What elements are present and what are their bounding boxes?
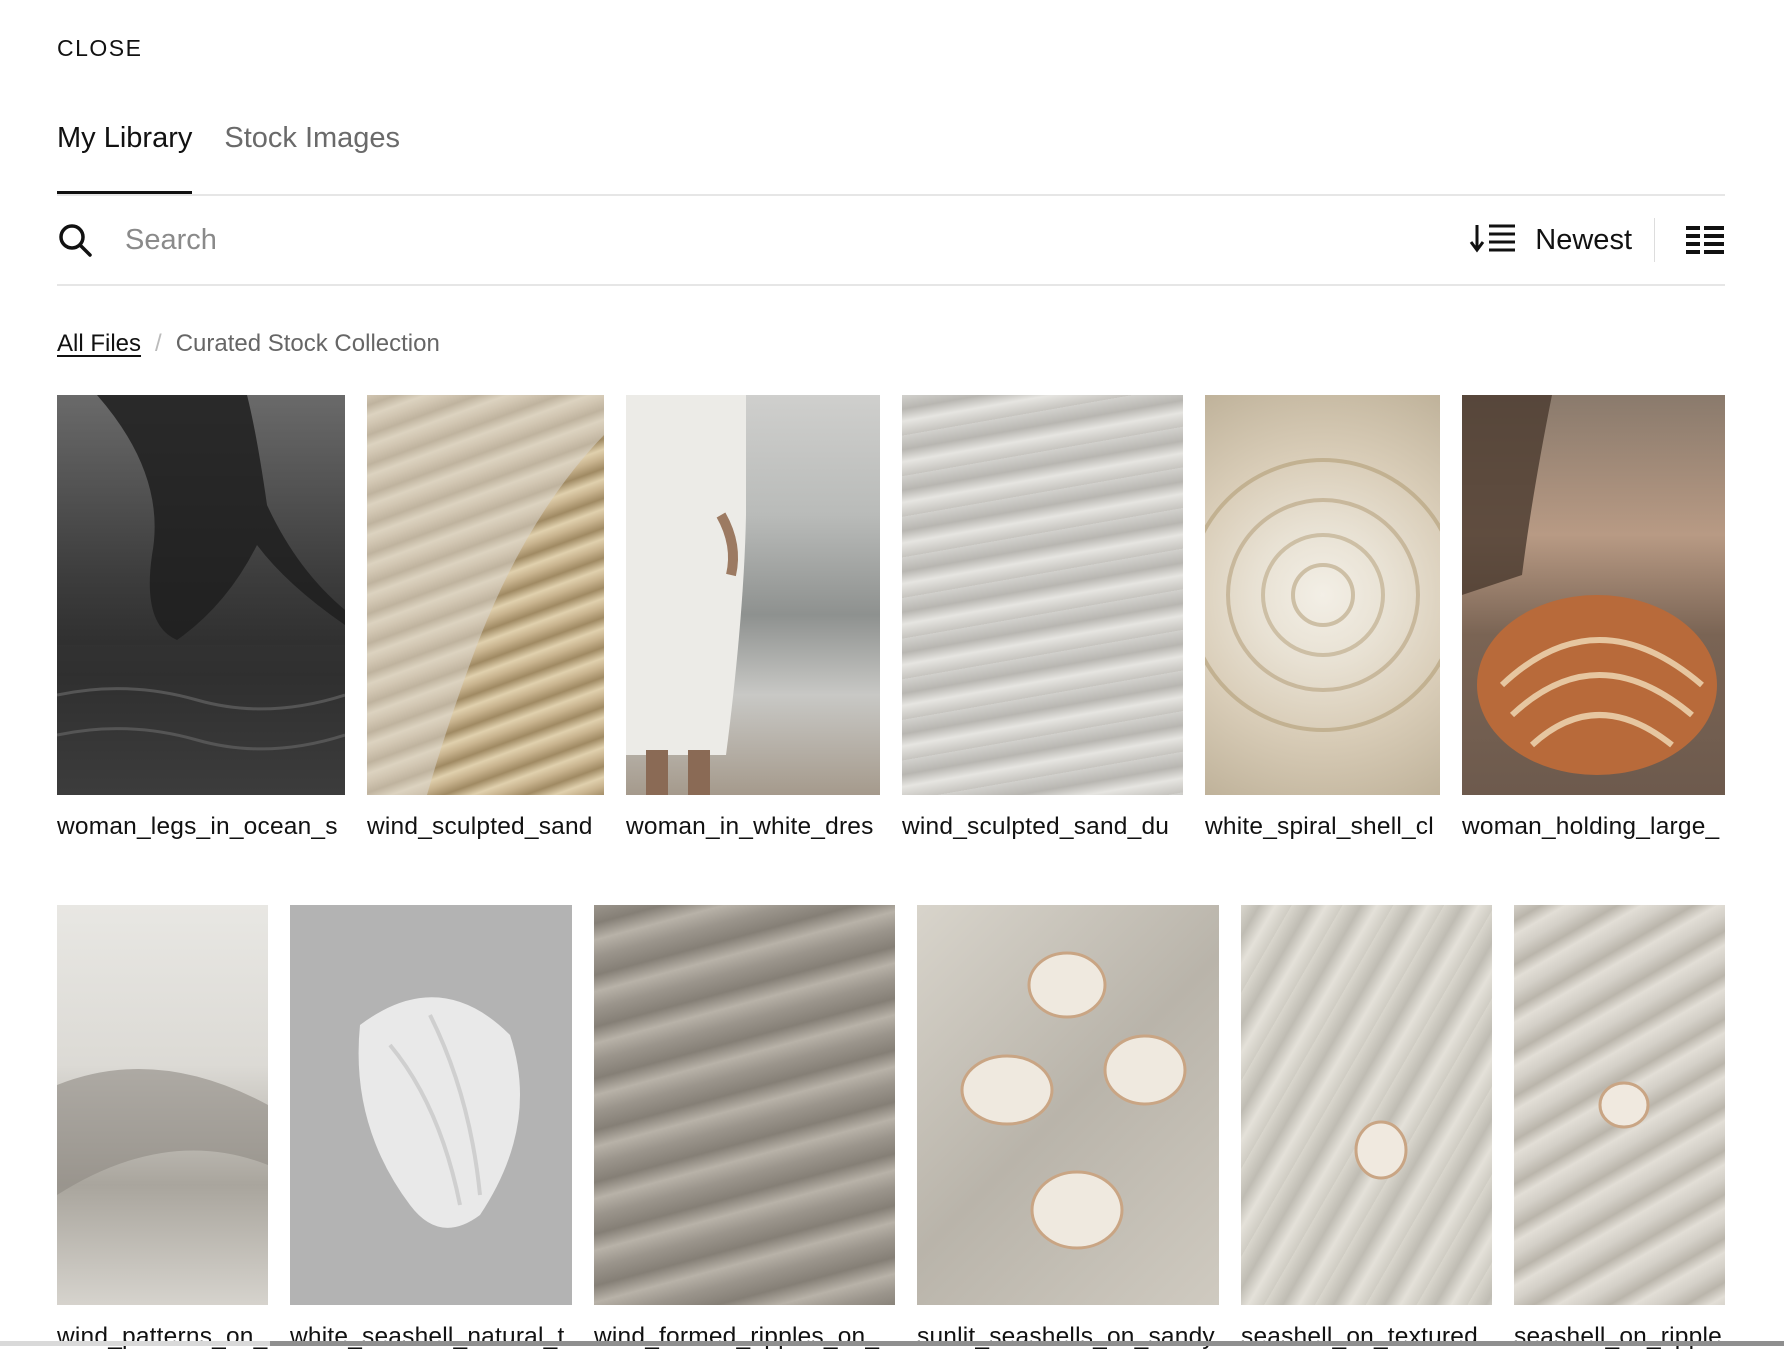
image-thumbnail[interactable] xyxy=(1205,395,1440,795)
image-tile[interactable]: wind_formed_ripples_on_ xyxy=(594,905,895,1351)
image-caption: wind_patterns_on_ xyxy=(57,1323,268,1350)
image-tile[interactable]: wind_sculpted_sand xyxy=(367,395,604,841)
image-tile[interactable]: woman_legs_in_ocean_s xyxy=(57,395,345,841)
image-caption: woman_in_white_dres xyxy=(626,813,874,840)
image-caption: white_spiral_shell_cl xyxy=(1205,813,1434,840)
image-caption: sunlit_seashells_on_sandy xyxy=(917,1323,1215,1350)
image-thumbnail[interactable] xyxy=(57,905,268,1305)
image-tile[interactable]: white_spiral_shell_cl xyxy=(1205,395,1440,841)
image-thumbnail[interactable] xyxy=(594,905,895,1305)
image-tile[interactable]: seashell_on_textured xyxy=(1241,905,1492,1351)
image-thumbnail[interactable] xyxy=(902,395,1183,795)
image-caption: wind_sculpted_sand xyxy=(367,813,593,840)
image-grid-row-2: wind_patterns_on_ white_seashell_natural… xyxy=(57,905,1725,1351)
image-tile[interactable]: seashell_on_ripple xyxy=(1514,905,1725,1351)
image-thumbnail[interactable] xyxy=(626,395,880,795)
image-tile[interactable]: sunlit_seashells_on_sandy xyxy=(917,905,1219,1351)
image-thumbnail[interactable] xyxy=(1462,395,1725,795)
close-button[interactable]: CLOSE xyxy=(57,35,142,62)
list-view-icon[interactable] xyxy=(1685,223,1725,257)
image-tile[interactable]: white_seashell_natural_t xyxy=(290,905,572,1351)
image-thumbnail[interactable] xyxy=(1514,905,1725,1305)
sort-label: Newest xyxy=(1535,223,1632,256)
scrollbar-thumb[interactable] xyxy=(270,1341,1784,1346)
image-caption: seashell_on_ripple xyxy=(1514,1323,1722,1350)
image-thumbnail[interactable] xyxy=(290,905,572,1305)
image-tile[interactable]: wind_patterns_on_ xyxy=(57,905,268,1351)
image-tile[interactable]: woman_in_white_dres xyxy=(626,395,880,841)
image-caption: woman_legs_in_ocean_s xyxy=(57,813,338,840)
tab-bar: My Library Stock Images xyxy=(57,120,1725,196)
image-thumbnail[interactable] xyxy=(1241,905,1492,1305)
breadcrumb-all-files[interactable]: All Files xyxy=(57,330,141,358)
image-caption: wind_sculpted_sand_du xyxy=(902,813,1170,840)
image-caption: woman_holding_large_ xyxy=(1462,813,1720,840)
search-input[interactable] xyxy=(123,222,1470,258)
image-thumbnail[interactable] xyxy=(917,905,1219,1305)
breadcrumb-current: Curated Stock Collection xyxy=(175,330,440,357)
search-bar: Newest xyxy=(57,196,1725,286)
sort-descending-icon xyxy=(1469,222,1517,259)
image-thumbnail[interactable] xyxy=(367,395,604,795)
tab-stock-images[interactable]: Stock Images xyxy=(224,120,400,194)
image-caption: wind_formed_ripples_on_ xyxy=(594,1323,880,1350)
image-caption: seashell_on_textured xyxy=(1241,1323,1478,1350)
image-thumbnail[interactable] xyxy=(57,395,345,795)
breadcrumb: All Files / Curated Stock Collection xyxy=(57,330,440,358)
horizontal-scrollbar[interactable] xyxy=(0,1341,1784,1346)
breadcrumb-separator: / xyxy=(155,330,162,357)
image-caption: white_seashell_natural_t xyxy=(290,1323,565,1350)
image-tile[interactable]: wind_sculpted_sand_du xyxy=(902,395,1183,841)
tab-my-library[interactable]: My Library xyxy=(57,120,193,194)
search-icon[interactable] xyxy=(57,220,97,260)
image-grid-row-1: woman_legs_in_ocean_s wind_sculpted_sand… xyxy=(57,395,1725,841)
sort-dropdown[interactable]: Newest xyxy=(1469,218,1655,262)
image-tile[interactable]: woman_holding_large_ xyxy=(1462,395,1725,841)
